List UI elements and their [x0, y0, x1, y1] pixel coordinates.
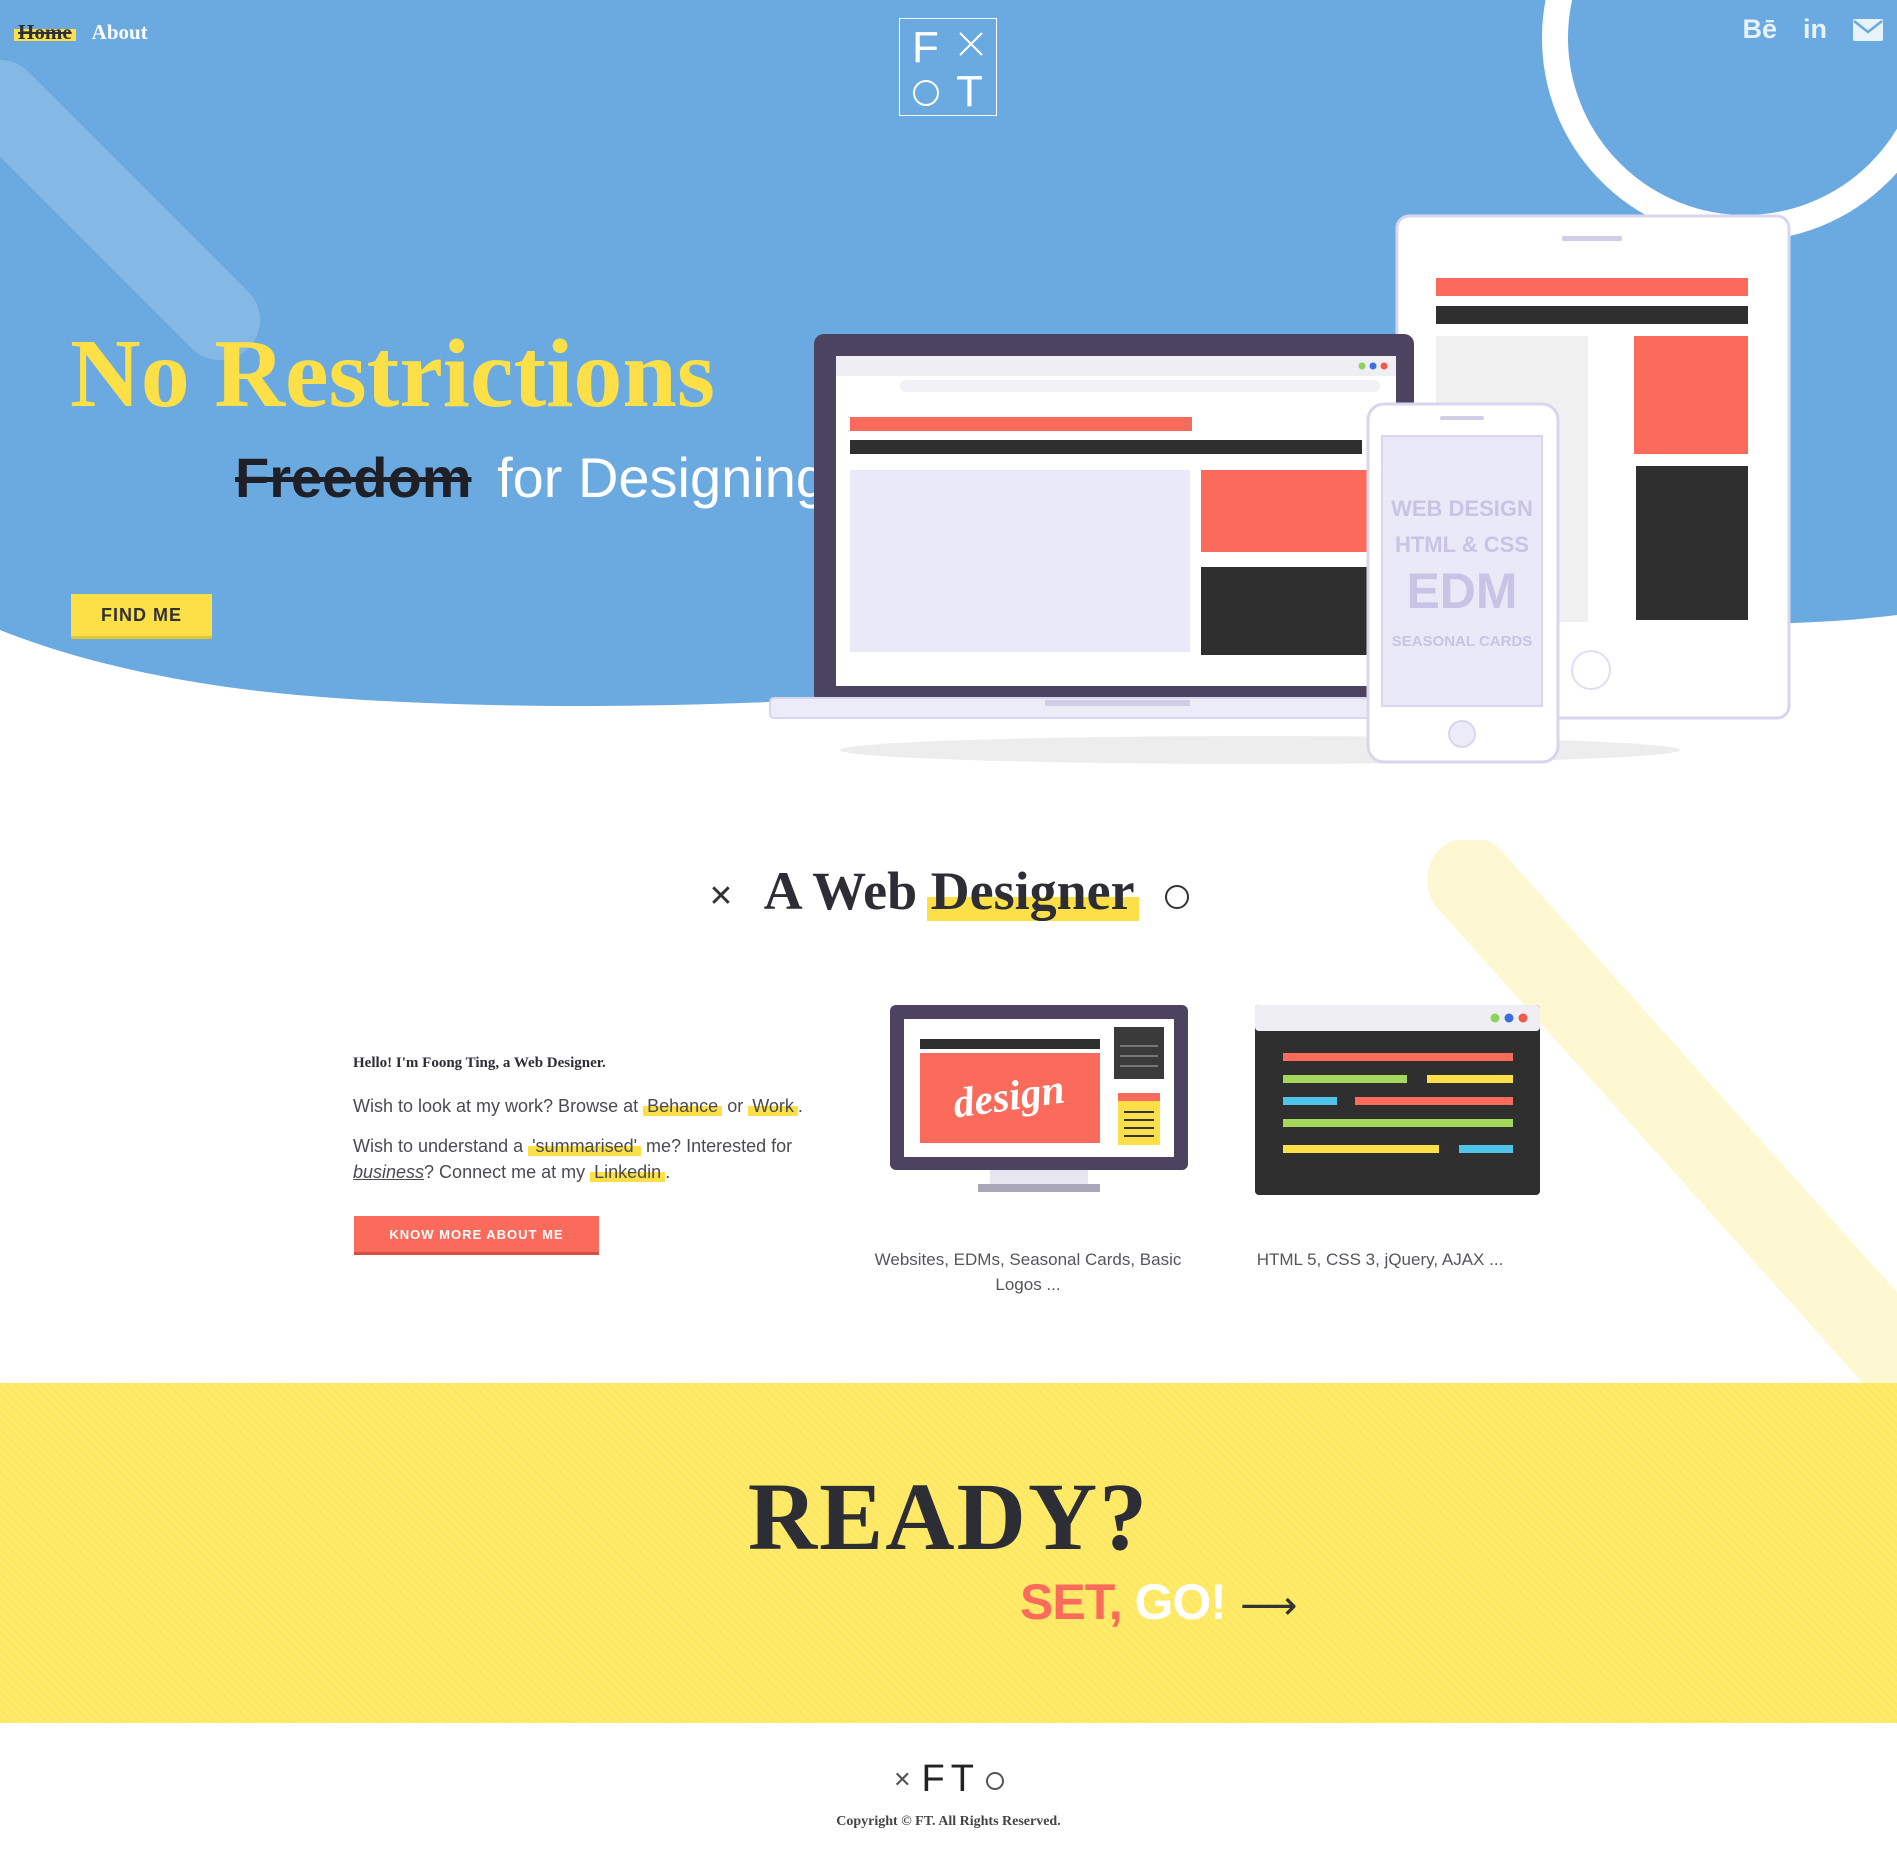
arrow-right-icon[interactable]: ⟶ — [1240, 1583, 1297, 1629]
linkedin-link[interactable]: Linkedin — [590, 1162, 665, 1182]
nav-about-link[interactable]: About — [92, 20, 148, 45]
summarised-highlight: 'summarised' — [528, 1136, 641, 1156]
section-title: ✕ A Web Designer — [0, 860, 1897, 922]
logo-letter-f: F — [912, 23, 939, 72]
phone-line-2: HTML & CSS — [1395, 532, 1529, 557]
business-link[interactable]: business — [353, 1162, 424, 1182]
footer-logo[interactable]: ✕ FT — [0, 1758, 1897, 1801]
mail-icon[interactable] — [1853, 18, 1883, 41]
logo-letter-t: T — [956, 67, 983, 116]
ready-section: READY? SET, GO! ⟶ — [0, 1383, 1897, 1723]
footer-circle-icon — [985, 1771, 1004, 1790]
work-link[interactable]: Work — [748, 1096, 798, 1116]
logo-circle-icon — [913, 80, 939, 106]
devices-illustration: WEB DESIGN HTML & CSS EDM SEASONAL CARDS — [769, 214, 1791, 764]
design-monitor-illustration: design — [890, 1005, 1188, 1192]
site-logo[interactable]: F T — [899, 18, 997, 116]
intro-text: Hello! I'm Foong Ting, a Web Designer. W… — [353, 1053, 833, 1199]
ready-title: READY? — [747, 1463, 1150, 1570]
find-me-button[interactable]: FIND ME — [71, 594, 212, 636]
cross-icon: ✕ — [708, 879, 734, 915]
title-start: A Web — [763, 861, 918, 921]
intro-line-1: Wish to look at my work? Browse at Behan… — [353, 1095, 803, 1116]
top-nav: Home About — [14, 20, 148, 45]
copyright-text: Copyright © FT. All Rights Reserved. — [836, 1814, 1061, 1829]
caption-code: HTML 5, CSS 3, jQuery, AJAX ... — [1256, 1250, 1504, 1269]
nav-home-link[interactable]: Home — [14, 20, 76, 45]
phone-line-1: WEB DESIGN — [1391, 496, 1533, 521]
go-text: GO! — [1134, 1574, 1227, 1630]
behance-icon[interactable]: Bē — [1742, 14, 1777, 45]
know-more-button[interactable]: KNOW MORE ABOUT ME — [354, 1216, 599, 1252]
set-go-link[interactable]: SET, GO! ⟶ — [1020, 1573, 1297, 1631]
intro-hello: Hello! I'm Foong Ting, a Web Designer. — [353, 1055, 606, 1071]
social-links: Bē in — [1742, 14, 1883, 45]
hero-highlight: Freedom — [225, 446, 482, 509]
intro-line-2: Wish to understand a 'summarised' me? In… — [353, 1135, 793, 1182]
hero-subtitle: Freedom for Designing — [225, 450, 827, 506]
logo-cross-icon — [959, 32, 983, 56]
hero-title: No Restrictions — [70, 320, 716, 428]
behance-link[interactable]: Behance — [643, 1096, 722, 1116]
title-highlight: Designer — [930, 861, 1135, 921]
code-editor-illustration — [1255, 1005, 1540, 1195]
footer-cross-icon: ✕ — [893, 1768, 912, 1794]
linkedin-icon[interactable]: in — [1803, 14, 1827, 45]
phone-line-4: SEASONAL CARDS — [1392, 633, 1533, 650]
caption-design: Websites, EDMs, Seasonal Cards, Basic Lo… — [874, 1250, 1182, 1294]
circle-icon — [1164, 884, 1189, 909]
set-text: SET, — [1020, 1574, 1123, 1630]
phone-line-3: EDM — [1406, 563, 1517, 619]
